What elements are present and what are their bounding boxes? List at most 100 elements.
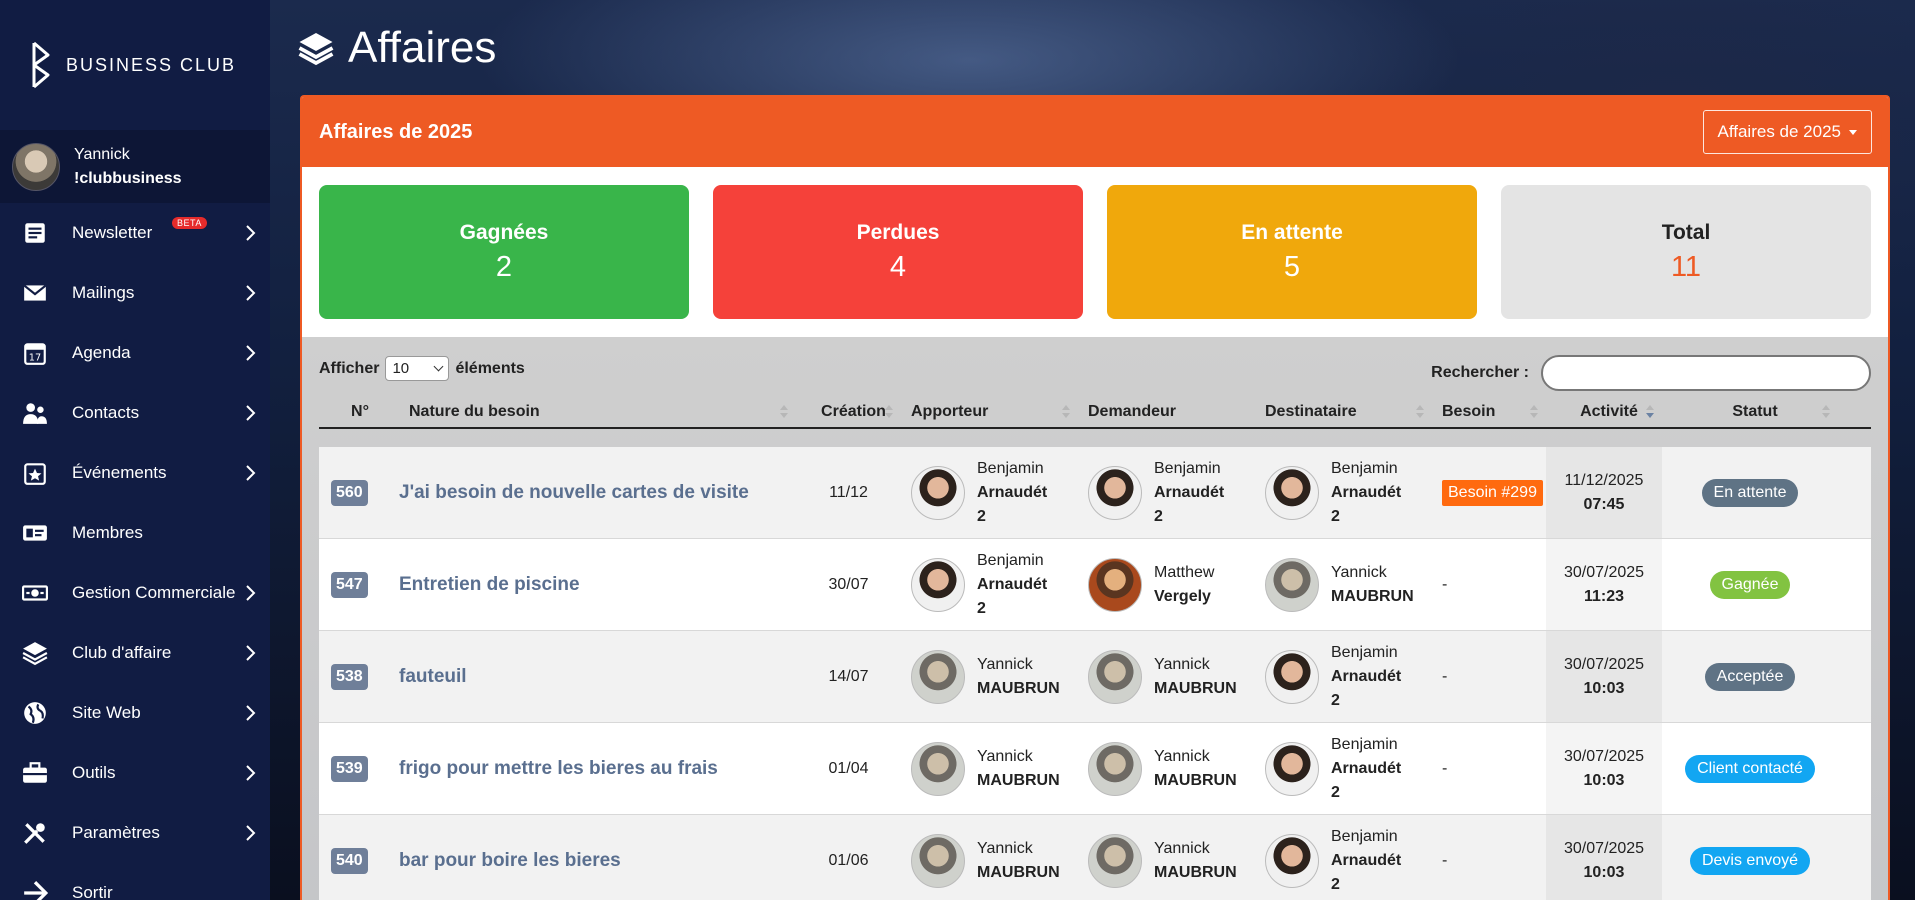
th-activite[interactable]: Activité [1546, 397, 1662, 427]
row-destinataire[interactable]: Benjamin Arnaudét 2 [1255, 815, 1432, 900]
table-row[interactable]: 547 Entretien de piscine 30/07 Benjamin A… [319, 539, 1871, 631]
th-apporteur[interactable]: Apporteur [901, 397, 1078, 427]
row-destinataire[interactable]: Benjamin Arnaudét 2 [1255, 447, 1432, 538]
sidebar-item-mailings[interactable]: Mailings [0, 263, 270, 323]
th-besoin[interactable]: Besoin [1432, 397, 1546, 427]
stat-total[interactable]: Total 11 [1501, 185, 1871, 319]
chevron-right-icon [244, 703, 258, 723]
page-length-select[interactable]: 10 [385, 356, 450, 381]
activity-time: 10:03 [1583, 771, 1625, 789]
user-profile[interactable]: Yannick !clubbusiness [0, 130, 270, 203]
stat-pending[interactable]: En attente 5 [1107, 185, 1477, 319]
status-badge: Acceptée [1704, 662, 1796, 691]
chevron-right-icon [244, 823, 258, 843]
chevron-right-icon [244, 643, 258, 663]
person-first: Yannick [1154, 839, 1210, 857]
table-section: Afficher 10 éléments Rechercher : N° Nat… [302, 337, 1888, 900]
row-besoin: - [1442, 667, 1448, 685]
search-input[interactable] [1541, 355, 1871, 391]
year-dropdown-button[interactable]: Affaires de 2025 [1702, 110, 1872, 154]
newsletter-icon [22, 220, 48, 246]
row-destinataire[interactable]: Benjamin Arnaudét 2 [1255, 631, 1432, 722]
stat-value: 5 [1283, 250, 1301, 283]
table-row[interactable]: 540 bar pour boire les bieres 01/06 Yann… [319, 815, 1871, 900]
user-first-name: Yannick [74, 145, 130, 163]
row-destinataire[interactable]: Yannick MAUBRUN [1255, 539, 1432, 630]
row-nature-link[interactable]: frigo pour mettre les bieres au frais [391, 723, 796, 814]
sidebar-item-club-affaire[interactable]: Club d'affaire [0, 623, 270, 683]
chevron-right-icon [244, 763, 258, 783]
row-demandeur[interactable]: Matthew Vergely [1078, 539, 1255, 630]
th-nature[interactable]: Nature du besoin [391, 397, 796, 427]
person-extra: 2 [977, 507, 986, 525]
sidebar-item-gestion-commerciale[interactable]: Gestion Commerciale [0, 563, 270, 623]
sidebar-item-agenda[interactable]: 17 Agenda [0, 323, 270, 383]
sidebar-item-membres[interactable]: Membres [0, 503, 270, 563]
chevron-right-icon [244, 463, 258, 483]
stat-label: En attente [1241, 220, 1343, 244]
sidebar-item-label: Contacts [72, 403, 140, 422]
stats-row: Gagnées 2 Perdues 4 En attente 5 Total 1… [302, 167, 1888, 337]
event-icon [22, 460, 48, 486]
th-destinataire[interactable]: Destinataire [1255, 397, 1432, 427]
brand-icon [32, 41, 50, 89]
person-first: Yannick [977, 839, 1033, 857]
activity-time: 07:45 [1583, 495, 1625, 513]
brand-logo[interactable]: BUSINESS CLUB [0, 0, 270, 130]
row-destinataire[interactable]: Benjamin Arnaudét 2 [1255, 723, 1432, 814]
page-title: Affaires [348, 23, 497, 72]
row-demandeur[interactable]: Yannick MAUBRUN [1078, 631, 1255, 722]
table-row[interactable]: 538 fauteuil 14/07 Yannick MAUBRUN Yannic… [319, 631, 1871, 723]
layers-icon [298, 33, 334, 66]
user-account: !clubbusiness [74, 169, 182, 187]
activity-date: 11/12/2025 [1564, 471, 1644, 489]
row-apporteur[interactable]: Yannick MAUBRUN [901, 815, 1078, 900]
th-label: Besoin [1442, 403, 1496, 420]
row-demandeur[interactable]: Yannick MAUBRUN [1078, 723, 1255, 814]
stat-lost[interactable]: Perdues 4 [713, 185, 1083, 319]
sidebar-item-outils[interactable]: Outils [0, 743, 270, 803]
person-last: MAUBRUN [1154, 863, 1237, 881]
search-control: Rechercher : [1431, 355, 1871, 391]
th-creation[interactable]: Création [796, 397, 901, 427]
row-apporteur[interactable]: Yannick MAUBRUN [901, 723, 1078, 814]
row-nature-link[interactable]: J'ai besoin de nouvelle cartes de visite [391, 447, 796, 538]
sidebar-item-parametres[interactable]: Paramètres [0, 803, 270, 863]
th-num[interactable]: N° [319, 397, 391, 427]
row-activity: 30/07/2025 10:03 [1546, 815, 1662, 900]
table-row[interactable]: 560 J'ai besoin de nouvelle cartes de vi… [319, 447, 1871, 539]
stat-label: Perdues [856, 220, 940, 244]
row-nature-link[interactable]: Entretien de piscine [391, 539, 796, 630]
row-demandeur[interactable]: Yannick MAUBRUN [1078, 815, 1255, 900]
money-icon [22, 580, 48, 606]
stat-value: 2 [495, 250, 513, 283]
stat-won[interactable]: Gagnées 2 [319, 185, 689, 319]
table-row[interactable]: 539 frigo pour mettre les bieres au frai… [319, 723, 1871, 815]
row-apporteur[interactable]: Benjamin Arnaudét 2 [901, 539, 1078, 630]
th-statut[interactable]: Statut [1662, 397, 1838, 427]
sidebar-item-site-web[interactable]: Site Web [0, 683, 270, 743]
table-controls: Afficher 10 éléments Rechercher : N° Nat… [319, 337, 1871, 447]
person-first: Benjamin [1331, 827, 1398, 845]
activity-date: 30/07/2025 [1563, 655, 1645, 673]
row-demandeur[interactable]: Benjamin Arnaudét 2 [1078, 447, 1255, 538]
sidebar-item-contacts[interactable]: Contacts [0, 383, 270, 443]
sidebar-item-evenements[interactable]: Événements [0, 443, 270, 503]
th-label: N° [351, 403, 369, 420]
th-demandeur[interactable]: Demandeur [1078, 397, 1255, 427]
row-apporteur[interactable]: Benjamin Arnaudét 2 [901, 447, 1078, 538]
stat-value: 11 [1670, 250, 1702, 283]
besoin-tag[interactable]: Besoin #299 [1442, 479, 1543, 506]
sidebar-item-label: Mailings [72, 283, 135, 302]
row-number: 560 [331, 479, 368, 506]
avatar [911, 465, 965, 520]
row-creation: 11/12 [829, 483, 868, 501]
person-extra: 2 [1331, 691, 1340, 709]
activity-date: 30/07/2025 [1563, 839, 1645, 857]
sidebar-item-sortir[interactable]: Sortir [0, 863, 270, 900]
row-nature-link[interactable]: bar pour boire les bieres [391, 815, 796, 900]
sidebar-item-newsletter[interactable]: Newsletter BETA [0, 203, 270, 263]
row-apporteur[interactable]: Yannick MAUBRUN [901, 631, 1078, 722]
row-nature-link[interactable]: fauteuil [391, 631, 796, 722]
activity-date: 30/07/2025 [1563, 563, 1645, 581]
